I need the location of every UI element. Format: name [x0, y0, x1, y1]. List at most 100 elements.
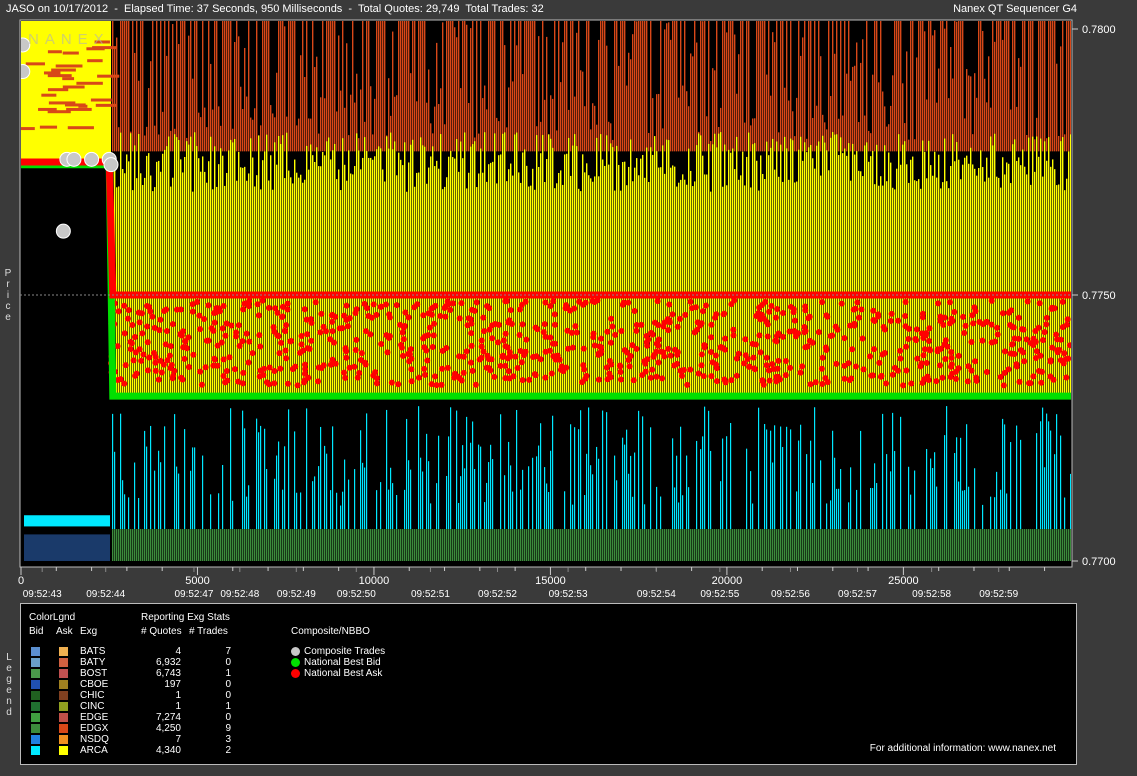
ask-lower-stripe	[528, 186, 530, 397]
bid-stripe	[462, 445, 464, 530]
bid-stripe	[546, 483, 548, 530]
ask-stripe	[156, 21, 158, 152]
ask-quote-dot	[914, 355, 921, 362]
ask-lower-stripe	[722, 186, 724, 397]
bid-lower-stripe	[256, 529, 258, 561]
bid-lower-stripe	[138, 529, 140, 561]
ask-lower-stripe	[446, 177, 448, 397]
quote-count: 4,250	[155, 723, 181, 734]
ask-quote-dot	[660, 323, 667, 330]
ask-quote-dot	[649, 366, 656, 373]
ask-stripe	[932, 35, 934, 152]
bid-lower-stripe	[232, 529, 234, 561]
bid-stripe	[676, 455, 678, 530]
bid-lower-stripe	[338, 529, 340, 561]
ask-quote-dot	[458, 300, 465, 307]
bid-stripe	[1044, 467, 1046, 530]
bid-stripe	[258, 432, 260, 530]
ask-quote-dot	[292, 363, 299, 370]
bid-stripe	[1060, 435, 1062, 530]
ask-stripe	[1020, 66, 1022, 152]
ask-lower-stripe	[350, 173, 352, 397]
bid-lower-stripe	[546, 529, 548, 561]
early-bid-low	[24, 534, 111, 561]
bid-lower-stripe	[584, 529, 586, 561]
ask-stripe	[352, 21, 354, 152]
ask-quote-dot	[779, 333, 786, 340]
bid-stripe	[956, 437, 958, 530]
bid-lower-stripe	[484, 529, 486, 561]
bid-lower-stripe	[590, 529, 592, 561]
ask-quote-dot	[859, 335, 866, 342]
bid-lower-stripe	[114, 529, 116, 561]
ask-quote-dot	[542, 333, 549, 340]
ask-quote-dot	[502, 343, 509, 350]
bid-lower-stripe	[238, 529, 240, 561]
ask-stripe	[334, 21, 336, 152]
bid-lower-stripe	[724, 529, 726, 561]
ask-lower-stripe	[780, 144, 782, 397]
bid-stripe	[364, 467, 366, 530]
ask-quote-dot	[1011, 351, 1018, 358]
bid-lower-stripe	[342, 529, 344, 561]
ask-quote-dot	[1039, 337, 1046, 344]
bid-stripe	[1000, 489, 1002, 530]
ask-quote-dot	[437, 312, 444, 319]
ask-stripe	[734, 34, 736, 152]
bid-lower-stripe	[536, 529, 538, 561]
ask-stripe	[866, 21, 868, 152]
bid-stripe	[964, 490, 966, 530]
ask-quote-dot	[266, 381, 273, 388]
ask-quote-dot	[420, 335, 427, 342]
ask-stripe	[738, 54, 740, 152]
ask-quote-dot	[265, 304, 272, 311]
bid-stripe	[572, 504, 574, 530]
bid-lower-stripe	[326, 529, 328, 561]
bid-lower-stripe	[432, 529, 434, 561]
ask-lower-stripe	[866, 142, 868, 397]
ask-quote-dot	[484, 303, 491, 310]
bid-stripe	[638, 410, 640, 530]
bid-lower-stripe	[678, 529, 680, 561]
bid-lower-stripe	[664, 529, 666, 561]
ask-quote-dot	[189, 301, 196, 308]
ask-quote-dot	[597, 335, 604, 342]
ask-quote-dot	[343, 354, 350, 361]
bid-lower-stripe	[720, 529, 722, 561]
ask-quote-dot	[913, 337, 920, 344]
bid-stripe	[348, 479, 350, 530]
bid-lower-stripe	[770, 529, 772, 561]
ask-quote-dot	[480, 328, 487, 335]
bid-lower-stripe	[434, 529, 436, 561]
trade-count: 1	[225, 701, 231, 712]
ask-lower-stripe	[1014, 139, 1016, 397]
bid-stripe	[184, 429, 186, 530]
ask-stripe	[132, 21, 134, 152]
ask-quote-dot	[220, 356, 227, 363]
ask-lower-stripe	[910, 159, 912, 397]
ask-stripe	[846, 73, 848, 152]
ask-lower-stripe	[328, 137, 330, 397]
bid-lower-stripe	[910, 529, 912, 561]
quote-count: 7	[175, 734, 181, 745]
ask-quote-dot	[942, 337, 949, 344]
ask-quote-dot	[1030, 373, 1037, 380]
ask-stripe	[216, 21, 218, 152]
bid-stripe	[260, 425, 262, 530]
bid-lower-stripe	[1060, 529, 1062, 561]
ask-lower-stripe	[1058, 184, 1060, 397]
ask-quote-dot	[131, 334, 138, 341]
bid-stripe	[324, 445, 326, 530]
bid-stripe	[900, 416, 902, 530]
ask-stripe	[348, 135, 350, 152]
bid-lower-stripe	[180, 529, 182, 561]
ask-lower-stripe	[470, 146, 472, 397]
ask-stripe	[740, 21, 742, 152]
ask-stripe	[452, 21, 454, 152]
bid-lower-stripe	[1058, 529, 1060, 561]
composite-trade-point	[103, 157, 119, 173]
ask-swatch	[59, 702, 68, 711]
ask-quote-dot	[1063, 321, 1070, 328]
bid-stripe	[484, 502, 486, 530]
bid-stripe	[376, 490, 378, 530]
